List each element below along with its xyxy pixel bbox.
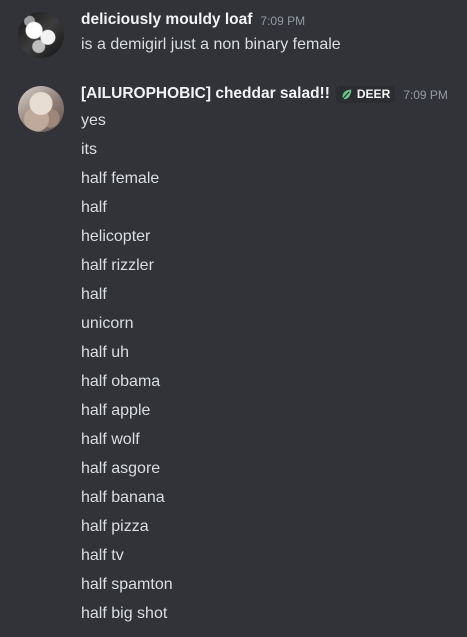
server-tag-label: DEER: [356, 87, 391, 101]
message-text: is a demigirl just a non binary female: [81, 36, 341, 53]
message-text: half tv: [81, 547, 124, 564]
message-text: half obama: [81, 373, 161, 390]
message-content: [AILUROPHOBIC] cheddar salad!! DEER 7:09…: [81, 82, 459, 628]
avatar[interactable]: [18, 12, 64, 58]
message-text: half big shot: [81, 605, 168, 622]
message-text: half spamton: [81, 576, 173, 593]
message-header: deliciously mouldy loaf 7:09 PM: [81, 8, 459, 32]
server-tag[interactable]: DEER: [335, 85, 396, 103]
message-text: half uh: [81, 344, 130, 361]
timestamp[interactable]: 7:09 PM: [260, 14, 305, 28]
message-text: half apple: [81, 402, 151, 419]
message-text: half: [81, 199, 107, 216]
leaf-icon: [342, 89, 352, 99]
message-text: half female: [81, 170, 160, 187]
message-header: [AILUROPHOBIC] cheddar salad!! DEER 7:09…: [81, 82, 459, 106]
message-text: half pizza: [81, 518, 149, 535]
avatar[interactable]: [18, 86, 64, 132]
username[interactable]: deliciously mouldy loaf: [81, 11, 252, 29]
message-text: half asgore: [81, 460, 161, 477]
message-text: helicopter: [81, 228, 151, 245]
message-text: half wolf: [81, 431, 140, 448]
message-text: unicorn: [81, 315, 134, 332]
message-text: half rizzler: [81, 257, 154, 274]
message-content: deliciously mouldy loaf 7:09 PM is a dem…: [81, 8, 459, 58]
message-text: half: [81, 286, 107, 303]
username[interactable]: [AILUROPHOBIC] cheddar salad!!: [81, 85, 330, 103]
timestamp[interactable]: 7:09 PM: [403, 88, 448, 102]
message-text: yes: [81, 112, 106, 129]
message-text: half banana: [81, 489, 165, 506]
message-text: its: [81, 141, 97, 158]
